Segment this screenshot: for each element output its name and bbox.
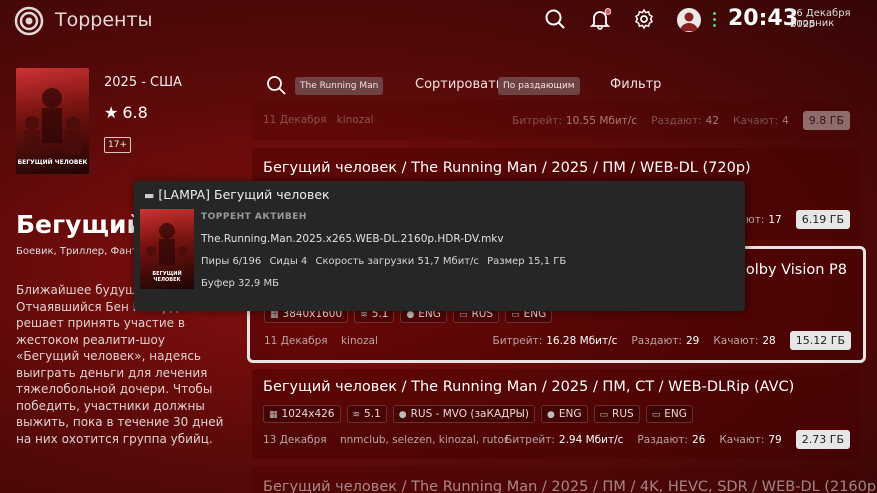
bitrate: 16.28 Мбит/с bbox=[546, 334, 618, 347]
subtitle-tag: ▭ ENG bbox=[645, 405, 693, 423]
rating-value: 6.8 bbox=[122, 103, 148, 122]
leechers: 17 bbox=[768, 213, 782, 226]
size-badge: 9.8 ГБ bbox=[802, 111, 850, 130]
sort-value-chip[interactable]: По раздающим bbox=[498, 77, 580, 95]
buffer-size: Буфер 32,9 МБ bbox=[201, 278, 279, 289]
movie-title: Бегущий человек bbox=[16, 210, 136, 239]
torrent-trackers: kinozal bbox=[336, 114, 374, 126]
mic-icon: ● bbox=[398, 410, 407, 420]
torrent-status: ТОРРЕНТ АКТИВЕН bbox=[201, 212, 307, 222]
leechers: 79 bbox=[768, 433, 782, 446]
clock: 20:43 bbox=[728, 6, 799, 31]
clapperboard-icon: ▬ bbox=[144, 189, 155, 202]
film-icon: ▦ bbox=[270, 310, 279, 320]
subtitle-tag: ▭ RUS bbox=[593, 405, 640, 423]
bitrate: 10.55 Мбит/с bbox=[565, 114, 638, 127]
seeders: 26 bbox=[691, 433, 706, 446]
torrent-card[interactable]: 11 Декабря kinozal Битрейт: 10.55 Мбит/с … bbox=[252, 100, 860, 140]
user-icon bbox=[680, 12, 698, 31]
download-speed: Скорость загрузки 51,7 Мбит/с bbox=[315, 256, 479, 267]
subtitles-icon: ▭ bbox=[599, 410, 609, 420]
torrent-date: 13 Декабря bbox=[263, 434, 327, 446]
film-icon: ▦ bbox=[269, 410, 278, 420]
torrent-title: Бегущий человек / The Running Man / 2025… bbox=[263, 479, 877, 493]
search-query-chip[interactable]: The Running Man bbox=[295, 77, 384, 95]
seeders: 29 bbox=[685, 334, 700, 347]
search-icon[interactable] bbox=[266, 75, 286, 95]
leechers: 28 bbox=[762, 334, 776, 347]
torrent-title: Бегущий человек / The Running Man / 2025… bbox=[263, 379, 795, 395]
torrent-trackers: kinozal bbox=[340, 335, 378, 347]
audio-channels-tag: ≋ 5.1 bbox=[346, 405, 387, 423]
year-country: 2025 - США bbox=[104, 75, 182, 90]
audio-track-tag: ● ENG bbox=[541, 405, 588, 423]
waveform-icon: ≋ bbox=[360, 310, 368, 320]
popup-title: ▬ [LAMPA] Бегущий человек bbox=[144, 187, 330, 202]
movie-poster: БЕГУЩИЙ ЧЕЛОВЕК bbox=[16, 68, 89, 174]
mic-icon: ● bbox=[547, 410, 555, 420]
subtitles-icon: ▭ bbox=[651, 410, 661, 420]
subtitles-icon: ▭ bbox=[458, 310, 468, 320]
seeders: 42 bbox=[705, 114, 720, 127]
search-icon[interactable] bbox=[544, 8, 566, 30]
subtitles-icon: ▭ bbox=[511, 310, 520, 320]
resolution-tag: ▦ 1024x426 bbox=[263, 405, 341, 423]
weekday: Вторник bbox=[790, 18, 835, 29]
genres: Боевик, Триллер, Фантастика bbox=[16, 246, 136, 257]
logo-icon bbox=[14, 6, 44, 36]
torrent-date: 11 Декабря bbox=[264, 335, 328, 347]
size-badge: 15.12 ГБ bbox=[789, 331, 851, 350]
sort-button[interactable]: Сортировать bbox=[415, 77, 503, 92]
avatar[interactable] bbox=[677, 8, 701, 32]
size-badge: 2.73 ГБ bbox=[795, 430, 850, 449]
size-badge: 6.19 ГБ bbox=[795, 210, 850, 229]
torrent-status-popup: ▬ [LAMPA] Бегущий человек БЕГУЩИЙ ЧЕЛОВЕК… bbox=[134, 181, 745, 311]
mic-icon: ● bbox=[406, 310, 415, 320]
waveform-icon: ≋ bbox=[352, 410, 361, 420]
torrent-date: 11 Декабря bbox=[263, 114, 327, 126]
star-icon: ★ bbox=[104, 103, 119, 122]
file-size: Размер 15,1 ГБ bbox=[487, 256, 567, 267]
bitrate: 2.94 Мбит/с bbox=[558, 433, 624, 446]
bell-icon[interactable] bbox=[589, 8, 611, 30]
torrent-title: Бегущий человек / The Running Man / 2025… bbox=[263, 160, 751, 176]
notification-dot bbox=[604, 8, 611, 15]
peers-count: Пиры 6/196 bbox=[201, 256, 262, 267]
poster-title-text: БЕГУЩИЙ ЧЕЛОВЕК bbox=[17, 159, 88, 166]
leechers: 4 bbox=[782, 114, 789, 127]
seeds-count: Сиды 4 bbox=[269, 256, 308, 267]
gear-icon[interactable] bbox=[633, 8, 655, 30]
rating: ★ 6.8 bbox=[104, 103, 148, 122]
connection-status-indicator bbox=[713, 12, 717, 28]
torrent-stats: Пиры 6/196 Сиды 4 Скорость загрузки 51,7… bbox=[201, 256, 571, 267]
poster-title-text: БЕГУЩИЙ ЧЕЛОВЕК bbox=[152, 271, 182, 283]
torrent-card[interactable]: Бегущий человек / The Running Man / 2025… bbox=[252, 369, 860, 459]
page-title: Торренты bbox=[55, 9, 153, 31]
audio-track-tag: ● RUS - MVO (заКАДРЫ) bbox=[392, 405, 536, 423]
torrent-card[interactable]: Бегущий человек / The Running Man / 2025… bbox=[252, 467, 877, 493]
filter-button[interactable]: Фильтр bbox=[610, 77, 661, 92]
torrent-trackers: nnmclub, selezen, kinozal, rutor bbox=[339, 434, 509, 446]
popup-poster: БЕГУЩИЙ ЧЕЛОВЕК bbox=[140, 209, 194, 289]
age-rating-badge: 17+ bbox=[104, 137, 131, 153]
file-name: The.Running.Man.2025.x265.WEB-DL.2160p.H… bbox=[201, 233, 504, 245]
